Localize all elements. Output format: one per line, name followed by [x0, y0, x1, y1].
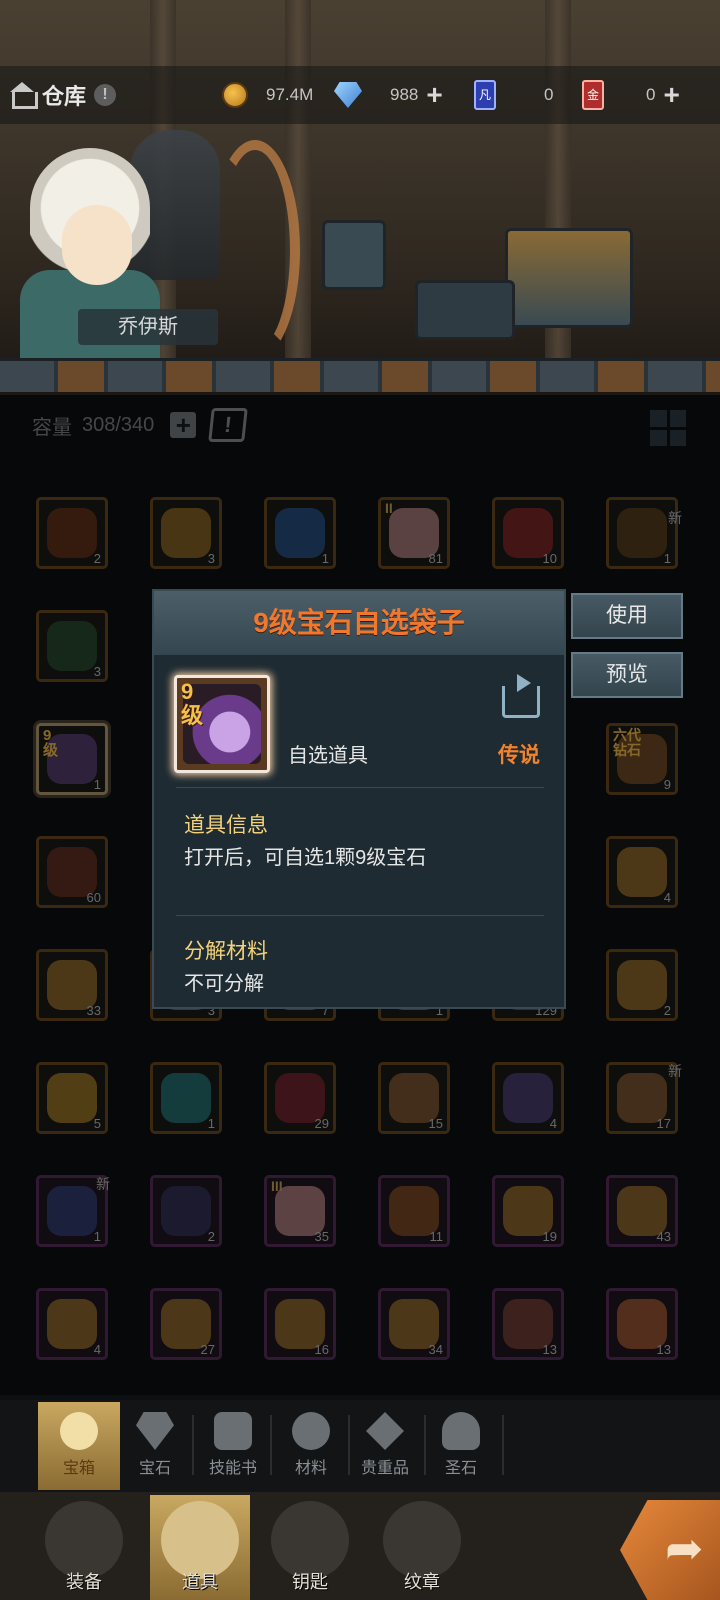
share-icon[interactable] [502, 674, 540, 718]
item-rarity: 传说 [498, 744, 540, 767]
nav-items[interactable]: 道具 [150, 1495, 250, 1600]
gem-resource: 988 + [334, 66, 443, 124]
decompose-text: 不可分解 [184, 973, 264, 995]
blue-card-resource: 凡 0 [474, 66, 553, 124]
treasure-chest-decoration [505, 228, 633, 328]
warehouse-icon [8, 82, 38, 109]
bow-decoration [210, 140, 300, 360]
chest-decoration [322, 220, 386, 290]
gold-amount: 97.4M [266, 85, 314, 104]
red-card-resource: 金 0 + [582, 66, 680, 124]
chest-decoration [415, 280, 515, 340]
item-type: 自选道具 [288, 745, 368, 767]
nav-emblems[interactable]: 纹章 [372, 1495, 472, 1600]
tab-material[interactable]: 材料 [270, 1402, 352, 1490]
divider [176, 915, 544, 916]
nav-keys[interactable]: 钥匙 [260, 1495, 360, 1600]
add-gems-icon[interactable]: + [426, 81, 442, 109]
material-icon [292, 1412, 330, 1450]
popup-title: 9级宝石自选袋子 [154, 591, 564, 655]
gem-icon [136, 1412, 174, 1450]
gold-coin-icon [222, 82, 248, 108]
item-info-heading: 道具信息 [184, 814, 268, 837]
decompose-heading: 分解材料 [184, 940, 268, 963]
item-icon: 9级 [174, 675, 270, 773]
item-level-badge: 9级 [181, 679, 204, 728]
preview-button[interactable]: 预览 [571, 652, 683, 698]
info-icon[interactable]: ! [94, 84, 117, 106]
tab-skill-book[interactable]: 技能书 [192, 1402, 274, 1490]
top-bar: 仓库 ! 97.4M 988 + 凡 0 金 0 + [0, 66, 720, 124]
tab-holy-stone[interactable]: 圣石 [420, 1402, 502, 1490]
gold-resource: 97.4M [222, 66, 313, 124]
use-button[interactable]: 使用 [571, 593, 683, 639]
red-card-icon: 金 [582, 80, 604, 110]
hero-face [62, 205, 132, 285]
item-detail-popup: 9级宝石自选袋子 9级 自选道具 传说 道具信息 打开后，可自选1颗9级宝石 分… [152, 589, 566, 1009]
tab-chest[interactable]: 宝箱 [38, 1402, 120, 1490]
hero-name[interactable]: 乔伊斯 [78, 309, 218, 345]
holy-stone-icon [442, 1412, 480, 1450]
add-cards-icon[interactable]: + [663, 81, 679, 109]
chest-icon [60, 1412, 98, 1450]
shelf [0, 358, 720, 392]
divider [176, 787, 544, 788]
tab-valuables[interactable]: 贵重品 [344, 1402, 426, 1490]
blue-card-icon: 凡 [474, 80, 496, 110]
gem-amount: 988 [390, 85, 419, 104]
valuables-icon [366, 1412, 404, 1450]
item-info-text: 打开后，可自选1颗9级宝石 [184, 847, 427, 869]
page-title: 仓库 [42, 84, 87, 109]
warehouse-title: 仓库 ! [8, 79, 117, 111]
return-arrow-icon: ➦ [665, 1522, 704, 1574]
diamond-icon [334, 82, 362, 108]
blue-card-amount: 0 [544, 85, 554, 104]
book-icon [214, 1412, 252, 1450]
tab-gem[interactable]: 宝石 [114, 1402, 196, 1490]
red-card-amount: 0 [646, 85, 656, 104]
nav-equipment[interactable]: 装备 [34, 1495, 134, 1600]
